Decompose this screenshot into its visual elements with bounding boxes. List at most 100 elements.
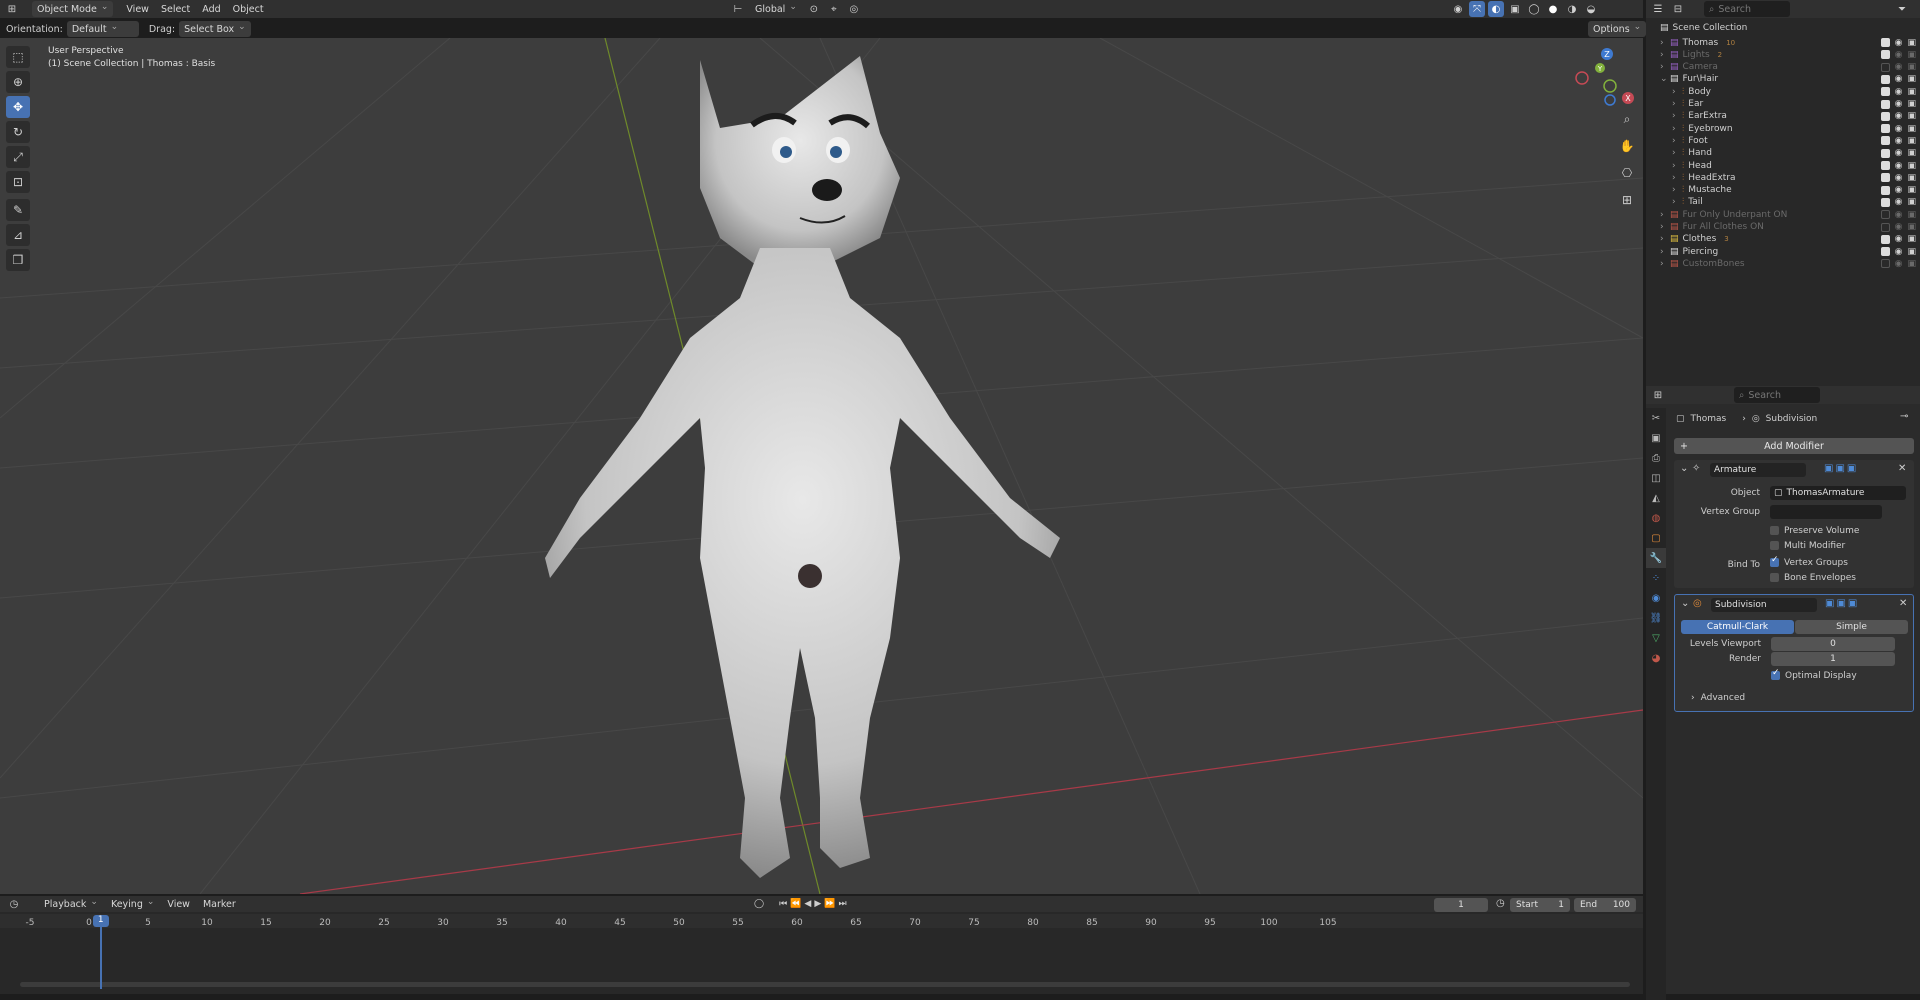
chevron-right-icon[interactable]: › xyxy=(1672,124,1682,134)
rotate-tool-icon[interactable]: ↻ xyxy=(6,121,30,143)
select-box-tool-icon[interactable]: ⬚ xyxy=(6,46,30,68)
exclude-checkbox[interactable] xyxy=(1880,111,1890,121)
timeline-view-menu[interactable]: View xyxy=(162,896,195,912)
eye-icon[interactable]: ◉ xyxy=(1895,111,1903,121)
display-mode-icon[interactable]: ⊟ xyxy=(1670,1,1686,17)
auto-key-icon[interactable]: ◯ xyxy=(754,899,764,909)
levels-viewport-field[interactable]: 0 xyxy=(1771,637,1895,651)
navigation-gizmo[interactable]: X Z Y xyxy=(1575,48,1634,106)
subdivision-name-field[interactable]: Subdivision xyxy=(1711,598,1817,612)
eye-icon[interactable]: ◉ xyxy=(1895,197,1903,207)
play-icon[interactable]: ▶ xyxy=(814,899,821,909)
drag-dropdown[interactable]: Select Box xyxy=(179,21,251,37)
prev-key-icon[interactable]: ⏪ xyxy=(790,899,801,909)
eye-icon[interactable]: ◉ xyxy=(1895,124,1903,134)
visibility-toggles[interactable]: ◉ ▣ xyxy=(1880,74,1916,84)
visibility-toggles[interactable]: ◉ ▣ xyxy=(1880,161,1916,171)
render-camera-icon[interactable]: ▣ xyxy=(1907,38,1916,48)
visibility-toggles[interactable]: ◉ ▣ xyxy=(1880,62,1916,72)
menu-view[interactable]: View xyxy=(121,1,154,17)
chevron-right-icon[interactable]: › xyxy=(1672,148,1682,158)
transform-orientation-dropdown[interactable]: Global xyxy=(750,1,802,17)
timeline-editor-icon[interactable]: ◷ xyxy=(6,896,22,912)
jump-start-icon[interactable]: ⏮ xyxy=(779,899,787,909)
eye-icon[interactable]: ◉ xyxy=(1895,62,1903,72)
physics-tab-icon[interactable]: ◉ xyxy=(1646,588,1666,608)
pan-hand-icon[interactable]: ✋ xyxy=(1616,135,1638,157)
advanced-subpanel[interactable]: › Advanced xyxy=(1691,693,1745,703)
visibility-toggles[interactable]: ◉ ▣ xyxy=(1880,222,1916,232)
render-camera-icon[interactable]: ▣ xyxy=(1907,87,1916,97)
exclude-checkbox[interactable] xyxy=(1880,99,1890,109)
exclude-checkbox[interactable] xyxy=(1880,234,1890,244)
visibility-toggles[interactable]: ◉ ▣ xyxy=(1880,50,1916,60)
chevron-right-icon[interactable]: › xyxy=(1660,50,1670,60)
outliner-row[interactable]: › ▤ CustomBones ◉ ▣ xyxy=(1646,256,1920,271)
armature-toggle-icons[interactable]: ▣▣▣ xyxy=(1824,463,1858,474)
gizmo-icon[interactable]: ⤧ xyxy=(1469,1,1485,17)
chevron-right-icon[interactable]: › xyxy=(1660,234,1670,244)
chevron-right-icon[interactable]: › xyxy=(1660,38,1670,48)
playhead[interactable]: 1 xyxy=(92,915,109,927)
overlay-icon[interactable]: ◐ xyxy=(1488,1,1504,17)
ortho-grid-icon[interactable]: ⊞ xyxy=(1616,189,1638,211)
vertex-group-field[interactable] xyxy=(1770,505,1882,519)
render-camera-icon[interactable]: ▣ xyxy=(1907,111,1916,121)
play-reverse-icon[interactable]: ◀ xyxy=(804,899,811,909)
catmull-clark-button[interactable]: Catmull-Clark xyxy=(1681,620,1794,634)
render-camera-icon[interactable]: ▣ xyxy=(1907,197,1916,207)
chevron-right-icon[interactable]: › xyxy=(1672,136,1682,146)
chevron-right-icon[interactable]: › xyxy=(1672,99,1682,109)
object-tab-icon[interactable]: ▢ xyxy=(1646,528,1666,548)
chevron-right-icon[interactable]: › xyxy=(1672,173,1682,183)
solid-shading-icon[interactable]: ● xyxy=(1545,1,1561,17)
exclude-checkbox[interactable] xyxy=(1880,148,1890,158)
jump-end-icon[interactable]: ⏭ xyxy=(838,899,846,909)
eye-icon[interactable]: ◉ xyxy=(1895,136,1903,146)
eye-icon[interactable]: ◉ xyxy=(1895,38,1903,48)
visibility-toggles[interactable]: ◉ ▣ xyxy=(1880,136,1916,146)
camera-view-icon[interactable]: ⎔ xyxy=(1616,162,1638,184)
visibility-toggles[interactable]: ◉ ▣ xyxy=(1880,111,1916,121)
eye-icon[interactable]: ◉ xyxy=(1895,50,1903,60)
eye-icon[interactable]: ◉ xyxy=(1895,259,1903,269)
menu-select[interactable]: Select xyxy=(156,1,195,17)
visibility-toggles[interactable]: ◉ ▣ xyxy=(1880,87,1916,97)
scale-tool-icon[interactable]: ⤢ xyxy=(6,146,30,168)
render-camera-icon[interactable]: ▣ xyxy=(1907,234,1916,244)
exclude-checkbox[interactable] xyxy=(1880,185,1890,195)
annotate-tool-icon[interactable]: ✎ xyxy=(6,199,30,221)
exclude-checkbox[interactable] xyxy=(1880,197,1890,207)
exclude-checkbox[interactable] xyxy=(1880,173,1890,183)
exclude-checkbox[interactable] xyxy=(1880,62,1890,72)
visibility-toggles[interactable]: ◉ ▣ xyxy=(1880,210,1916,220)
close-icon[interactable]: ✕ xyxy=(1899,598,1907,609)
transform-tool-icon[interactable]: ⊡ xyxy=(6,171,30,193)
chevron-right-icon[interactable]: › xyxy=(1672,111,1682,121)
visibility-toggles[interactable]: ◉ ▣ xyxy=(1880,234,1916,244)
move-tool-icon[interactable]: ✥ xyxy=(6,96,30,118)
eye-icon[interactable]: ◉ xyxy=(1895,99,1903,109)
visibility-toggles[interactable]: ◉ ▣ xyxy=(1880,197,1916,207)
view-layer-tab-icon[interactable]: ◫ xyxy=(1646,468,1666,488)
render-camera-icon[interactable]: ▣ xyxy=(1907,99,1916,109)
eye-icon[interactable]: ◉ xyxy=(1895,222,1903,232)
visibility-toggles[interactable]: ◉ ▣ xyxy=(1880,148,1916,158)
timeline-scrollbar[interactable] xyxy=(20,982,1630,987)
optimal-display-checkbox[interactable]: Optimal Display xyxy=(1771,668,1857,681)
material-shading-icon[interactable]: ◑ xyxy=(1564,1,1580,17)
chevron-right-icon[interactable]: › xyxy=(1660,222,1670,232)
eye-icon[interactable]: ◉ xyxy=(1895,173,1903,183)
chevron-down-icon[interactable]: ⌄ xyxy=(1680,463,1688,474)
render-camera-icon[interactable]: ▣ xyxy=(1907,259,1916,269)
orientation-dropdown[interactable]: Default xyxy=(66,21,139,37)
vertex-groups-checkbox[interactable]: Vertex Groups xyxy=(1770,555,1848,568)
eye-icon[interactable]: ◉ xyxy=(1895,185,1903,195)
visibility-toggles[interactable]: ◉ ▣ xyxy=(1880,259,1916,269)
eye-icon[interactable]: ◉ xyxy=(1895,247,1903,257)
properties-search[interactable]: ⌕ Search xyxy=(1734,387,1820,403)
wireframe-shading-icon[interactable]: ◯ xyxy=(1526,1,1542,17)
rendered-shading-icon[interactable]: ◒ xyxy=(1583,1,1599,17)
render-camera-icon[interactable]: ▣ xyxy=(1907,50,1916,60)
add-cube-tool-icon[interactable]: ❒ xyxy=(6,249,30,271)
